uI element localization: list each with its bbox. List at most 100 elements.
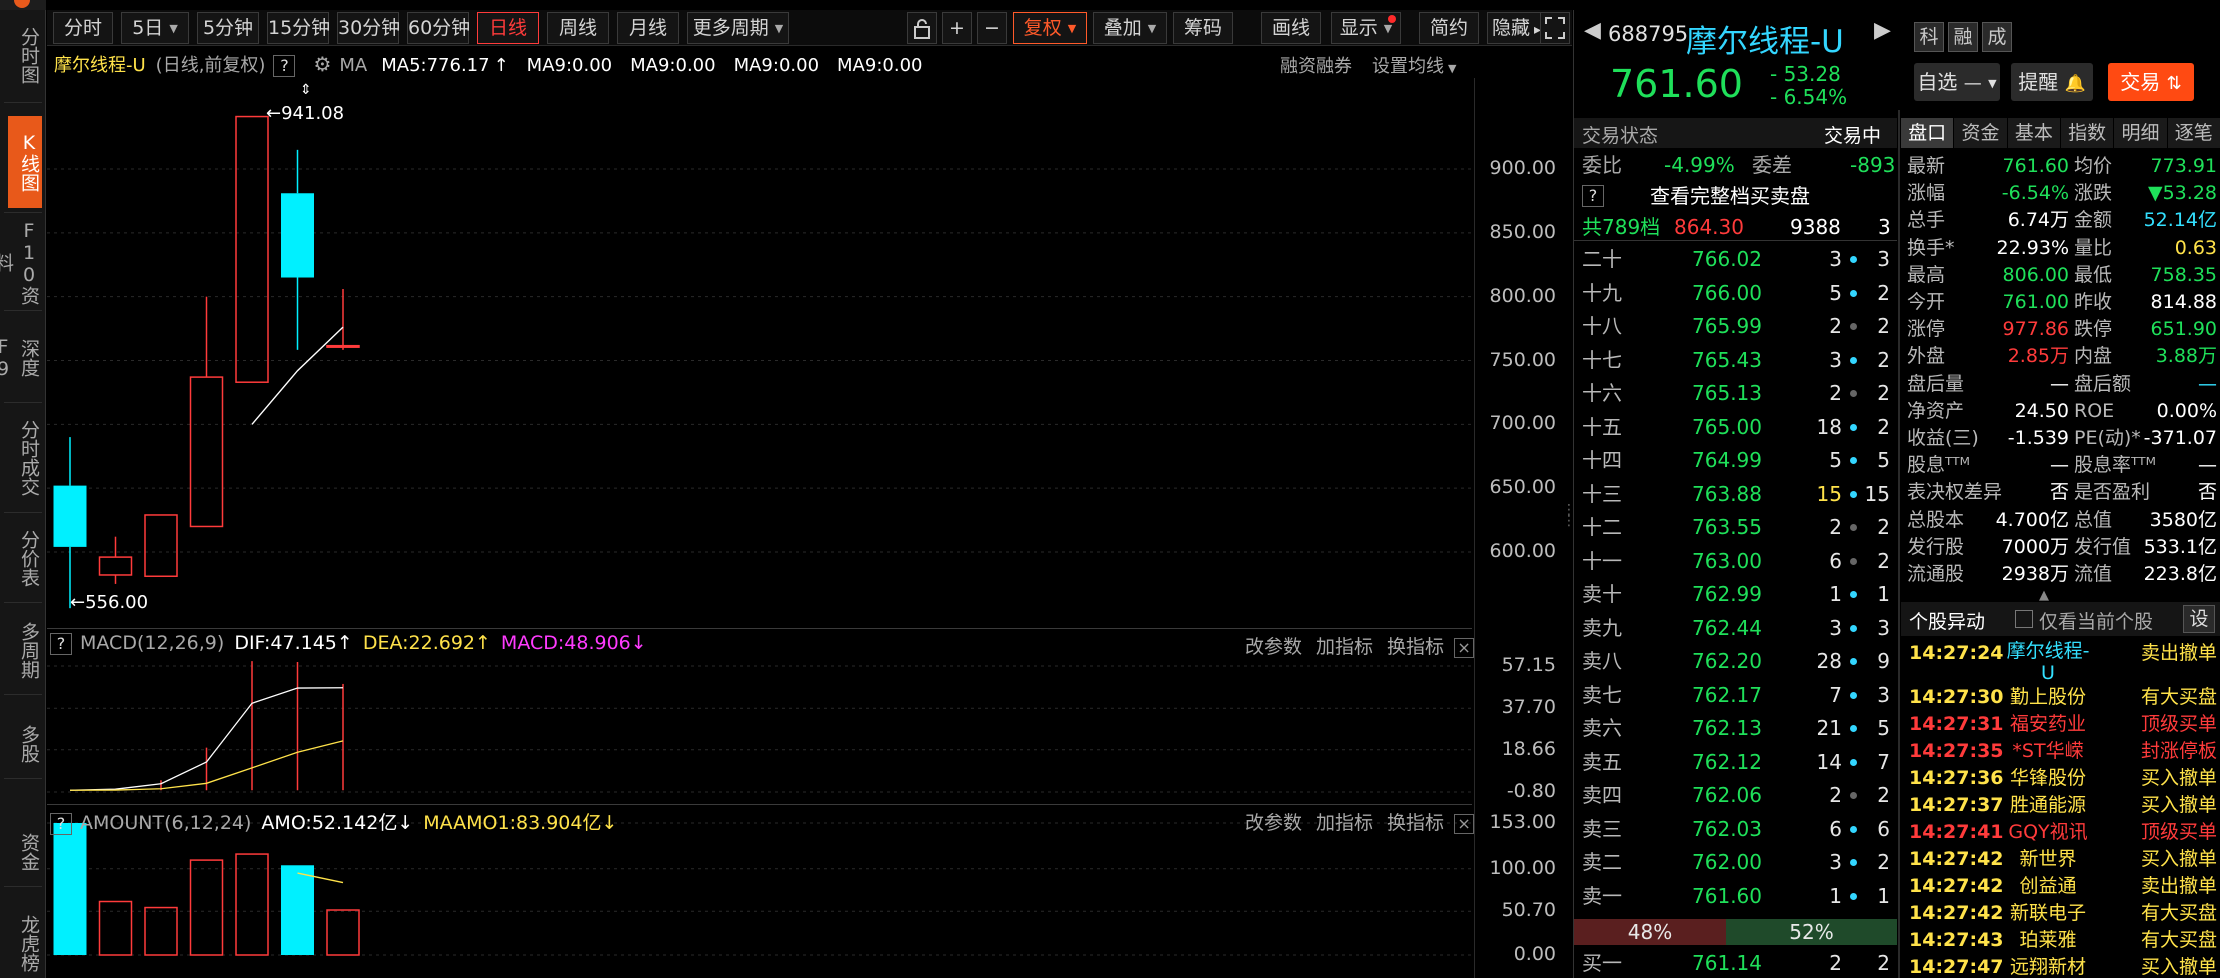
sidebar-item-fscj[interactable]: 分时成交 <box>4 408 42 508</box>
event-stock[interactable]: 新世界 <box>2001 846 2095 873</box>
event-row[interactable]: 14:27:42 创益通 卖出撤单 <box>1901 873 2220 900</box>
jianyue-button[interactable]: 简约 <box>1419 12 1479 44</box>
ask-row[interactable]: 卖六 762.13 21 5 <box>1574 715 1897 741</box>
prev-stock-icon[interactable]: ◀ <box>1584 18 1601 43</box>
macd-add-indicator[interactable]: 加指标 <box>1316 636 1373 658</box>
ask-row[interactable]: 卖三 762.03 6 6 <box>1574 816 1897 842</box>
tab-5[interactable]: 逐笔 <box>2167 118 2220 148</box>
help-icon[interactable]: ? <box>1582 185 1604 207</box>
ask-row[interactable]: 卖五 762.12 14 7 <box>1574 749 1897 775</box>
ask-row[interactable]: 十五 765.00 18 2 <box>1574 414 1897 440</box>
period-5min[interactable]: 5分钟 <box>197 12 259 44</box>
period-15min[interactable]: 15分钟 <box>267 12 330 44</box>
ask-row[interactable]: 十八 765.99 2 2 <box>1574 313 1897 339</box>
event-row[interactable]: 14:27:43 珀莱雅 有大买盘 <box>1901 927 2220 954</box>
amount-switch-indicator[interactable]: 换指标 <box>1387 812 1444 834</box>
sidebar-item-fjb[interactable]: 分价表 <box>4 518 42 598</box>
event-stock[interactable]: 胜通能源 <box>2001 792 2095 819</box>
zoom-in-button[interactable]: + <box>942 12 972 44</box>
sidebar-item-dg[interactable]: 多股 <box>4 714 42 774</box>
fuquan-button[interactable]: 复权 ▼ <box>1013 12 1087 44</box>
macd-change-params[interactable]: 改参数 <box>1245 636 1302 658</box>
huaxian-button[interactable]: 画线 <box>1261 12 1321 44</box>
xianshi-button[interactable]: 显示 ▼ <box>1331 12 1401 44</box>
ask-row[interactable]: 十六 765.13 2 2 <box>1574 380 1897 406</box>
event-row[interactable]: 14:27:42 新联电子 有大买盘 <box>1901 900 2220 927</box>
ask-row[interactable]: 二十 766.02 3 3 <box>1574 246 1897 272</box>
help-icon[interactable]: ? <box>273 55 296 77</box>
ask-row[interactable]: 卖一 761.60 1 1 <box>1574 883 1897 909</box>
bid1-row[interactable]: 买一 761.14 2 2 <box>1574 950 1897 976</box>
chouma-button[interactable]: 筹码 <box>1173 12 1233 44</box>
ask-row[interactable]: 卖九 762.44 3 3 <box>1574 615 1897 641</box>
rongzi-link[interactable]: 融资融券 <box>1280 52 1352 78</box>
tab-2[interactable]: 基本 <box>2007 118 2061 148</box>
ask-row[interactable]: 十四 764.99 5 5 <box>1574 447 1897 473</box>
gear-icon[interactable]: ⚙ <box>313 52 331 76</box>
sidebar-item-dzq[interactable]: 多周期 <box>4 610 42 690</box>
event-stock[interactable]: GQY视讯 <box>2001 819 2095 846</box>
sidebar-item-zj[interactable]: 资金 <box>4 822 42 882</box>
ask-row[interactable]: 卖七 762.17 7 3 <box>1574 682 1897 708</box>
period-30min[interactable]: 30分钟 <box>337 12 400 44</box>
sidebar-item-kline[interactable]: K线图 <box>8 116 42 208</box>
zoom-out-button[interactable]: − <box>977 12 1007 44</box>
amount-add-indicator[interactable]: 加指标 <box>1316 812 1373 834</box>
event-row[interactable]: 14:27:47 远翔新材 买入撤单 <box>1901 954 2220 978</box>
period-60min[interactable]: 60分钟 <box>407 12 470 44</box>
tab-4[interactable]: 明细 <box>2114 118 2168 148</box>
event-row[interactable]: 14:27:24 摩尔线程-U 卖出撤单 <box>1901 640 2220 684</box>
next-stock-icon[interactable]: ▶ <box>1874 18 1891 43</box>
event-stock[interactable]: 华锋股份 <box>2001 765 2095 792</box>
alert-button[interactable]: 提醒 🔔 <box>2011 63 2093 101</box>
full-book-link[interactable]: 查看完整档买卖盘 <box>1650 182 1810 210</box>
only-current-checkbox[interactable] <box>2015 610 2033 628</box>
event-stock[interactable]: 福安药业 <box>2001 711 2095 738</box>
ask-row[interactable]: 十二 763.55 2 2 <box>1574 514 1897 540</box>
event-stock[interactable]: 勤上股份 <box>2001 684 2095 711</box>
ask-row[interactable]: 十一 763.00 6 2 <box>1574 548 1897 574</box>
macd-switch-indicator[interactable]: 换指标 <box>1387 636 1444 658</box>
ask-row[interactable]: 卖二 762.00 3 2 <box>1574 849 1897 875</box>
event-stock[interactable]: 新联电子 <box>2001 900 2095 927</box>
full-book-link-row[interactable]: ? 查看完整档买卖盘 <box>1574 182 1897 210</box>
watchlist-button[interactable]: 自选 — ▼ <box>1914 63 2000 101</box>
sidebar-item-lhb[interactable]: 龙虎榜 <box>4 908 42 978</box>
event-stock[interactable]: 远翔新材 <box>2001 954 2095 978</box>
event-row[interactable]: 14:27:41 GQY视讯 顶级买单 <box>1901 819 2220 846</box>
diejia-button[interactable]: 叠加 ▼ <box>1093 12 1167 44</box>
help-icon[interactable]: ? <box>50 632 72 655</box>
event-stock[interactable]: 摩尔线程-U <box>2005 640 2091 684</box>
ask-row[interactable]: 十九 766.00 5 2 <box>1574 280 1897 306</box>
period-daily[interactable]: 日线 <box>477 12 539 44</box>
set-ma-link[interactable]: 设置均线 ▼ <box>1372 52 1456 78</box>
tab-0[interactable]: 盘口 <box>1901 118 1955 148</box>
tab-3[interactable]: 指数 <box>2060 118 2115 148</box>
sidebar-item-fenshi[interactable]: 分时图 <box>4 12 42 98</box>
collapse-up-icon[interactable]: ▲ <box>2039 588 2049 603</box>
events-settings-button[interactable]: 设 <box>2183 605 2215 633</box>
sidebar-item-f10[interactable]: F10资料 <box>0 218 42 306</box>
event-stock[interactable]: 创益通 <box>2001 873 2095 900</box>
period-more[interactable]: 更多周期 ▼ <box>687 12 789 44</box>
tab-1[interactable]: 资金 <box>1954 118 2008 148</box>
ask-row[interactable]: 十三 763.88 15 15 <box>1574 481 1897 507</box>
event-row[interactable]: 14:27:31 福安药业 顶级买单 <box>1901 711 2220 738</box>
fullscreen-button[interactable] <box>1540 12 1570 44</box>
event-row[interactable]: 14:27:35 *ST华嵘 封涨停板 <box>1901 738 2220 765</box>
event-row[interactable]: 14:27:30 勤上股份 有大买盘 <box>1901 684 2220 711</box>
ask-row[interactable]: 卖十 762.99 1 1 <box>1574 581 1897 607</box>
event-stock[interactable]: 珀莱雅 <box>2001 927 2095 954</box>
event-stock[interactable]: *ST华嵘 <box>2001 738 2095 765</box>
lock-button[interactable] <box>907 12 937 44</box>
trade-button[interactable]: 交易 ⇅ <box>2108 63 2194 101</box>
period-weekly[interactable]: 周线 <box>547 12 609 44</box>
ask-row[interactable]: 卖八 762.20 28 9 <box>1574 648 1897 674</box>
ask-row[interactable]: 十七 765.43 3 2 <box>1574 347 1897 373</box>
period-5day[interactable]: 5日 ▼ <box>121 12 189 44</box>
period-fenshi[interactable]: 分时 <box>53 12 113 44</box>
event-row[interactable]: 14:27:42 新世界 买入撤单 <box>1901 846 2220 873</box>
grip-icon[interactable]: ⋮ ⋮ <box>1562 503 1576 528</box>
chart-canvas[interactable] <box>47 78 1572 978</box>
sidebar-item-shendu[interactable]: 深度F9 <box>0 318 42 398</box>
